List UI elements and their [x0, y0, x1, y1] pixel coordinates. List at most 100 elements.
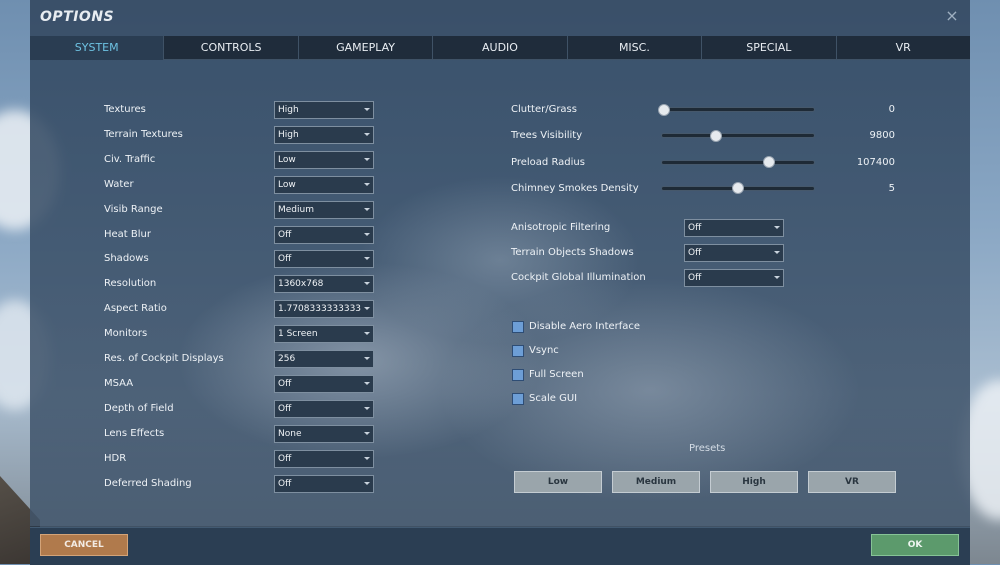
chevron-down-icon [364, 406, 370, 410]
dropdown-value: Medium [278, 204, 314, 215]
setting-dropdown[interactable]: 256 [274, 350, 374, 368]
setting-label: MSAA [104, 377, 134, 389]
preset-button-medium[interactable]: Medium [612, 471, 700, 493]
setting-label: Resolution [104, 278, 157, 290]
setting-dropdown[interactable]: Low [274, 175, 374, 194]
slider-label: Trees Visibility [511, 130, 583, 142]
chevron-down-icon [364, 456, 370, 460]
setting-label: Res. of Cockpit Displays [104, 353, 224, 364]
checkbox-label: Scale GUI [529, 393, 578, 404]
setting-label: Monitors [104, 328, 148, 340]
setting-dropdown[interactable]: Low [274, 150, 374, 169]
setting-dropdown[interactable]: Off [274, 399, 374, 418]
chevron-down-icon [774, 251, 780, 254]
preset-button-low[interactable]: Low [514, 471, 602, 493]
chevron-down-icon [364, 282, 370, 286]
setting-dropdown[interactable]: Off [684, 219, 784, 237]
setting-dropdown[interactable]: 1 Screen [274, 325, 374, 344]
setting-dropdown[interactable]: 1360x768 [274, 275, 374, 294]
dropdown-value: Low [278, 179, 296, 190]
tab-controls[interactable]: CONTROLS [164, 36, 299, 60]
dropdown-value: Off [278, 403, 292, 414]
slider-track[interactable] [661, 133, 815, 139]
chevron-down-icon [364, 307, 370, 311]
setting-dropdown[interactable]: Off [684, 269, 784, 287]
setting-dropdown[interactable]: Off [274, 225, 374, 244]
footer-bar: CANCEL OK [30, 527, 970, 565]
dropdown-value: Off [278, 378, 292, 389]
checkbox-label: Full Screen [529, 369, 584, 380]
setting-label: Lens Effects [104, 427, 165, 439]
setting-dropdown[interactable]: Off [274, 449, 374, 468]
checkbox[interactable] [512, 345, 524, 357]
window-title: OPTIONS [40, 9, 115, 25]
dropdown-value: Off [278, 254, 292, 265]
setting-label: Aspect Ratio [104, 303, 167, 315]
slider-label: Clutter/Grass [511, 104, 577, 115]
tab-misc[interactable]: MISC. [567, 36, 703, 60]
slider-label: Chimney Smokes Density [511, 182, 639, 194]
dropdown-value: Low [278, 154, 296, 165]
tab-system[interactable]: SYSTEM [30, 36, 165, 60]
setting-dropdown[interactable]: High [274, 125, 374, 144]
setting-label: Civ. Traffic [104, 153, 156, 165]
chevron-down-icon [364, 357, 370, 360]
tab-special[interactable]: SPECIAL [702, 36, 837, 60]
chevron-down-icon [364, 381, 370, 385]
checkbox[interactable] [512, 393, 524, 405]
cancel-button[interactable]: CANCEL [40, 534, 128, 556]
options-window: OPTIONS × SYSTEM CONTROLS GAMEPLAY AUDIO MIS… [30, 0, 970, 565]
chevron-down-icon [364, 332, 370, 336]
chevron-down-icon [364, 257, 370, 261]
slider-track[interactable] [661, 159, 815, 165]
dropdown-value: Off [278, 478, 292, 489]
slider-value: 0 [888, 104, 895, 115]
chevron-down-icon [364, 481, 370, 485]
dropdown-value: High [278, 129, 299, 140]
setting-label: Terrain Objects Shadows [511, 247, 634, 258]
checkbox[interactable] [512, 321, 524, 333]
setting-dropdown[interactable]: Off [274, 474, 374, 493]
slider-knob[interactable] [762, 156, 775, 169]
slider-value: 5 [888, 182, 895, 194]
tab-gameplay[interactable]: GAMEPLAY [298, 36, 434, 60]
chevron-down-icon [364, 157, 370, 161]
ok-button[interactable]: OK [871, 534, 959, 556]
setting-label: Water [104, 178, 134, 190]
setting-dropdown[interactable]: Off [684, 244, 784, 262]
setting-label: Deferred Shading [104, 477, 192, 489]
checkbox-label: Disable Aero Interface [529, 321, 641, 332]
presets-label: Presets [689, 443, 726, 454]
setting-label: Terrain Textures [104, 128, 183, 140]
setting-label: Visib Range [104, 203, 163, 215]
slider-value: 107400 [856, 156, 895, 168]
slider-value: 9800 [869, 130, 895, 142]
setting-label: Depth of Field [104, 402, 174, 414]
setting-dropdown[interactable]: High [274, 101, 374, 119]
dropdown-value: Off [688, 248, 702, 258]
preset-button-high[interactable]: High [710, 471, 798, 493]
setting-dropdown[interactable]: Off [274, 250, 374, 269]
dropdown-value: High [278, 105, 299, 115]
dropdown-value: 1.7708333333333 [278, 304, 362, 315]
dropdown-value: Off [688, 223, 702, 233]
setting-dropdown[interactable]: Off [274, 374, 374, 393]
dropdown-value: None [278, 428, 302, 439]
chevron-down-icon [364, 182, 370, 186]
tab-bar: SYSTEM CONTROLS GAMEPLAY AUDIO MISC. SPECIAL V… [30, 36, 970, 60]
setting-label: Anisotropic Filtering [511, 222, 611, 233]
setting-label: Cockpit Global Illumination [511, 272, 646, 283]
close-icon[interactable]: × [944, 8, 960, 24]
slider-track[interactable] [661, 107, 815, 112]
tab-vr[interactable]: VR [836, 36, 970, 60]
setting-dropdown[interactable]: Medium [274, 200, 374, 219]
setting-label: Shadows [104, 253, 149, 265]
setting-dropdown[interactable]: None [274, 424, 374, 443]
tab-audio[interactable]: AUDIO [433, 36, 568, 60]
setting-label: HDR [104, 452, 127, 464]
setting-dropdown[interactable]: 1.7708333333333 [274, 300, 374, 319]
checkbox[interactable] [512, 369, 524, 381]
preset-button-vr[interactable]: VR [808, 471, 896, 493]
slider-knob[interactable] [658, 103, 671, 116]
checkbox-label: Vsync [529, 345, 559, 356]
